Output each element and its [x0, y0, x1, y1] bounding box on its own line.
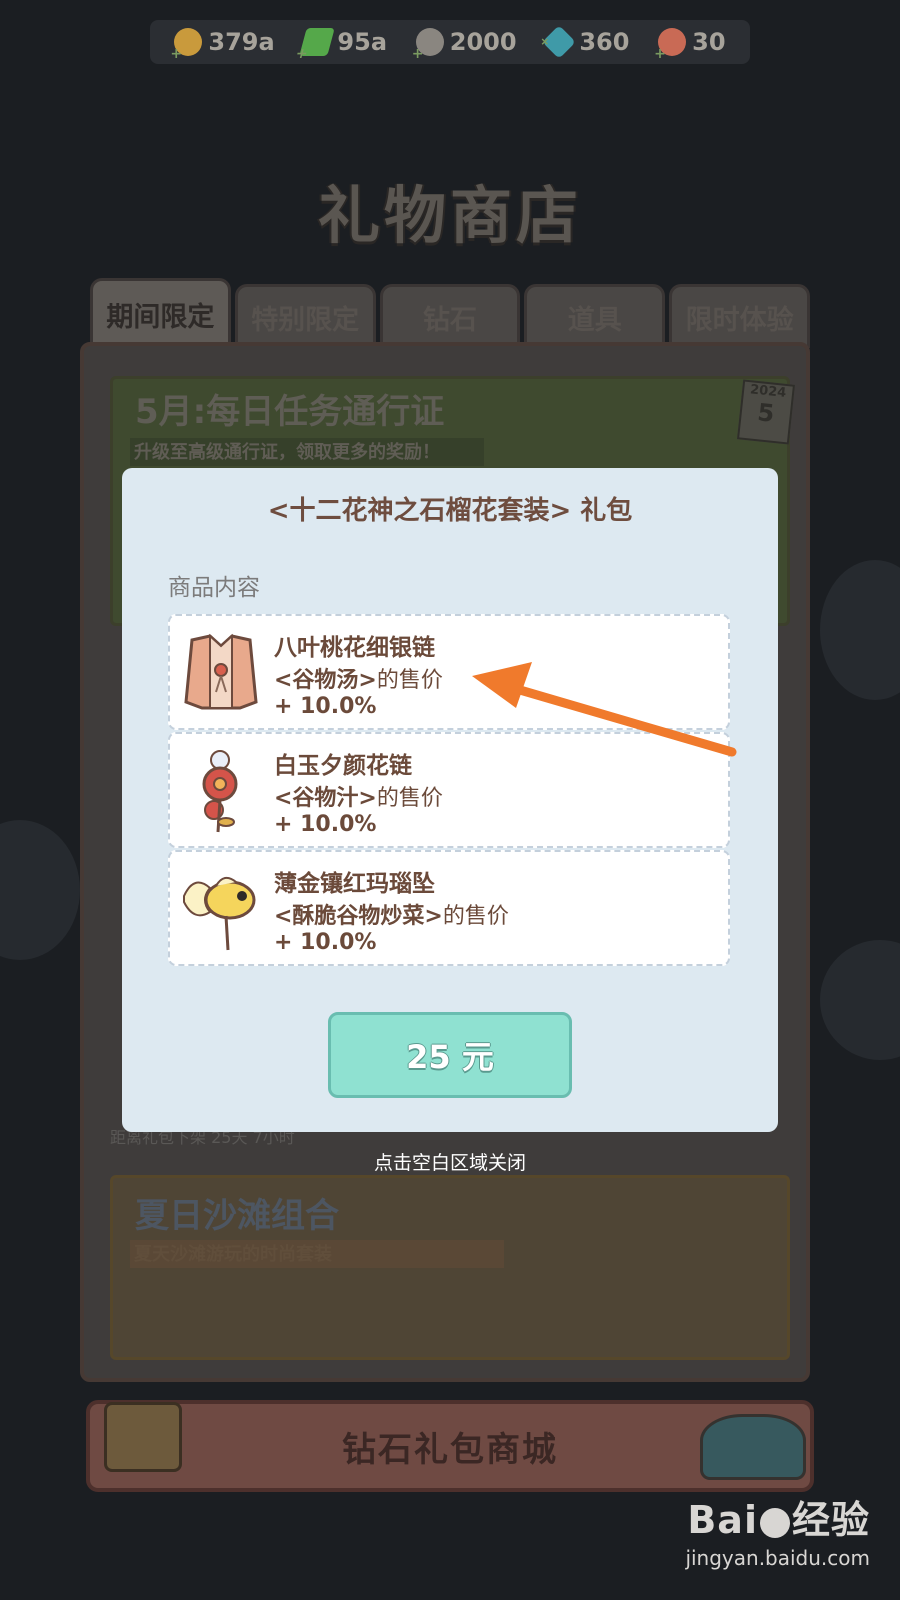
tab-trial[interactable]: 限时体验 — [669, 284, 810, 348]
tab-diamond[interactable]: 钻石 — [379, 284, 521, 348]
background-decoration — [0, 820, 80, 960]
diamond-icon — [542, 25, 577, 59]
list-item: 薄金镶红玛瑙坠 <酥脆谷物炒菜>的售价 + 10.0% — [168, 850, 730, 966]
resource-bar: 379a 95a 2000 360 30 — [150, 20, 750, 64]
item-description: <酥脆谷物炒菜>的售价 — [274, 898, 509, 930]
background-decoration — [820, 560, 900, 700]
tab-special-limited[interactable]: 特别限定 — [234, 284, 376, 348]
resource-value: 360 — [579, 28, 630, 56]
item-suffix: 的售价 — [442, 904, 509, 929]
item-bonus: + 10.0% — [274, 812, 377, 837]
ticket-icon — [654, 28, 687, 62]
goldfish-icon — [180, 866, 262, 952]
resource-energy[interactable]: 95a — [299, 28, 388, 56]
item-name: 薄金镶红玛瑙坠 — [274, 871, 435, 897]
pass-card-title: 5月:每日任务通行证 — [135, 392, 445, 432]
item-bonus: + 10.0% — [274, 694, 377, 719]
diamond-store-label: 钻石礼包商城 — [342, 1429, 558, 1470]
tab-limited-period[interactable]: 期间限定 — [90, 278, 231, 348]
page-title: 礼物商店 — [317, 179, 582, 252]
item-target: <谷物汁> — [274, 786, 377, 811]
item-name: 八叶桃花细银链 — [274, 635, 435, 661]
calendar-day: 5 — [756, 398, 776, 428]
beach-card-subtitle: 夏天沙滩游玩的时尚套装 — [130, 1240, 504, 1268]
modal-title: <十二花神之石榴花套装> 礼包 — [267, 496, 633, 526]
treasure-chest-icon — [104, 1402, 182, 1472]
resource-diamond[interactable]: 360 — [542, 25, 630, 59]
calendar-icon: 2024 5 — [737, 379, 795, 445]
item-suffix: 的售价 — [376, 786, 443, 811]
close-hint[interactable]: 点击空白区域关闭 — [0, 1148, 900, 1175]
item-bonus: + 10.0% — [274, 930, 377, 955]
tab-items[interactable]: 道具 — [524, 284, 666, 348]
resource-ticket[interactable]: 30 — [654, 28, 726, 62]
item-target: <酥脆谷物炒菜> — [274, 904, 443, 929]
watermark-suffix: 经验 — [791, 1498, 870, 1542]
watermark: Bai 经验 jingyan.baidu.com — [685, 1489, 870, 1570]
resource-value: 95a — [337, 28, 388, 56]
resource-value: 2000 — [449, 28, 517, 56]
gift-pack-modal: <十二花神之石榴花套装> 礼包 商品内容 八叶桃花细银链 <谷物汤>的售价 + … — [122, 468, 778, 1132]
grain-icon — [412, 28, 444, 62]
resource-value: 30 — [692, 28, 726, 56]
annotation-arrow-icon — [472, 662, 737, 757]
resource-coin[interactable]: 379a — [170, 28, 275, 62]
resource-value: 379a — [208, 28, 275, 56]
item-target: <谷物汤> — [274, 668, 377, 693]
watermark-url: jingyan.baidu.com — [685, 1546, 870, 1570]
item-suffix: 的售价 — [376, 668, 443, 693]
resource-grain[interactable]: 2000 — [412, 28, 517, 62]
price-button[interactable]: 25 元 — [328, 1012, 572, 1098]
gem-basket-icon — [700, 1414, 806, 1480]
watermark-brand: Bai — [687, 1498, 758, 1542]
item-description: <谷物汤>的售价 — [274, 662, 443, 694]
background-decoration — [820, 940, 900, 1060]
flower-icon — [180, 748, 262, 834]
energy-icon — [299, 28, 336, 56]
shop-tabs: 期间限定 特别限定 钻石 道具 限时体验 — [90, 278, 810, 348]
item-name: 白玉夕颜花链 — [274, 753, 412, 779]
beach-card-title: 夏日沙滩组合 — [135, 1196, 339, 1236]
vest-icon — [180, 630, 262, 716]
item-description: <谷物汁>的售价 — [274, 780, 443, 812]
section-label: 商品内容 — [168, 575, 260, 601]
paw-icon — [759, 1507, 790, 1538]
pass-card-subtitle: 升级至高级通行证，领取更多的奖励！ — [130, 438, 484, 466]
coin-icon — [170, 28, 203, 62]
